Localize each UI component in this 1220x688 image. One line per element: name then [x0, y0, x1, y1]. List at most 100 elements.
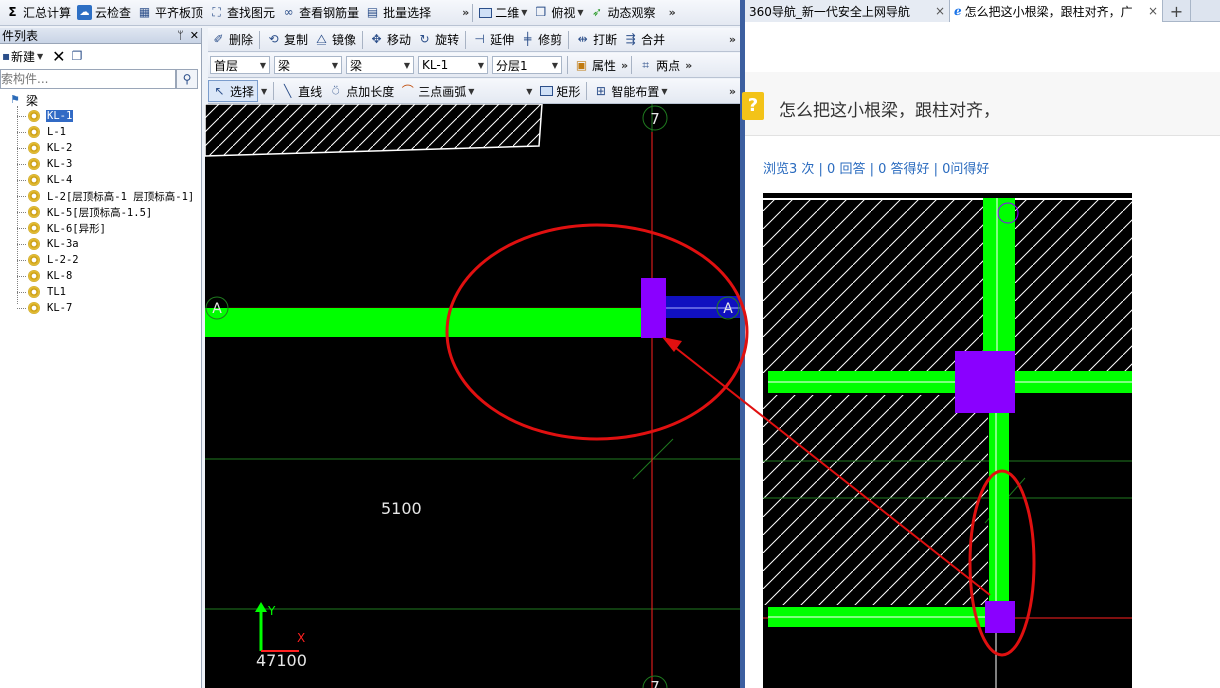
pin-icon[interactable]: ᛘ	[177, 29, 184, 42]
toolbar-overflow-button[interactable]: »	[729, 85, 736, 98]
filter-toolbar: 首层 ▼ 梁 ▼ 梁 ▼ KL-1 ▼ 分层1 ▼ ▣ 属性 » ⌗ 两点 »	[208, 53, 742, 78]
extend-button[interactable]: ⊣ 延伸	[469, 29, 517, 51]
mirror-button[interactable]: ⧋ 镜像	[311, 29, 359, 51]
hatched-area-bottom	[763, 395, 988, 605]
axis-label-7: 7	[650, 110, 660, 128]
search-input[interactable]	[0, 69, 176, 89]
sum-calc-button[interactable]: Σ 汇总计算	[2, 2, 74, 24]
beam-component-icon	[28, 142, 40, 154]
rebar-quantity-button[interactable]: ∞ 查看钢筋量	[278, 2, 362, 24]
tree-item-label: KL-6[异形]	[47, 222, 106, 235]
type-select[interactable]: 梁 ▼	[346, 56, 414, 74]
merge-button[interactable]: ⇶ 合并	[620, 29, 668, 51]
arc-mode-select[interactable]: ▼	[479, 82, 535, 100]
browser-tab-question[interactable]: ℯ 怎么把这小根梁，跟柱对齐，广 ×	[950, 0, 1163, 22]
search-icon[interactable]: ⚲	[176, 69, 198, 89]
tree-item-label: KL-4	[47, 174, 73, 186]
component-select[interactable]: KL-1 ▼	[418, 56, 488, 74]
tree-item[interactable]: KL-7	[0, 300, 201, 316]
question-icon: ?	[742, 92, 764, 120]
floor-select[interactable]: 首层 ▼	[210, 56, 270, 74]
trim-button[interactable]: ╪ 修剪	[517, 29, 565, 51]
beam-kl[interactable]	[205, 308, 643, 337]
chevron-down-icon: ▼	[331, 60, 338, 70]
rotate-button[interactable]: ↻ 旋转	[414, 29, 462, 51]
close-icon[interactable]: ×	[935, 4, 945, 18]
trim-icon: ╪	[523, 32, 532, 46]
browser-tab-bar: 360导航_新一代安全上网导航 × ℯ 怎么把这小根梁，跟柱对齐，广 × +	[745, 0, 1220, 22]
tree-item[interactable]: KL-3	[0, 156, 201, 172]
tree-item[interactable]: KL-1	[0, 108, 201, 124]
tree-root-beam[interactable]: ⚑ 梁	[0, 92, 201, 108]
delete-button[interactable]: ✐ 删除	[208, 29, 256, 51]
rebar-quantity-icon: ∞	[283, 5, 294, 19]
merge-icon: ⇶	[625, 32, 636, 46]
view-angle-dropdown[interactable]: ❒ 俯视 ▼	[530, 2, 586, 24]
tree-item[interactable]: KL-3a	[0, 236, 201, 252]
column[interactable]	[641, 278, 666, 338]
rectangle-button[interactable]: 矩形	[537, 80, 583, 102]
layer-select[interactable]: 分层1 ▼	[492, 56, 562, 74]
beam-category-icon: ⚑	[10, 93, 20, 106]
arc-button[interactable]: ⌒ 三点画弧 ▼	[397, 80, 477, 102]
chevron-down-icon: ▼	[468, 86, 475, 96]
view-cube-icon: ❒	[535, 5, 547, 19]
tree-item[interactable]: KL-5[层顶标高-1.5]	[0, 204, 201, 220]
batch-select-button[interactable]: ▤ 批量选择	[362, 2, 434, 24]
tree-item[interactable]: KL-4	[0, 172, 201, 188]
toolbar-overflow-button[interactable]: »	[685, 59, 692, 72]
dynamic-view-button[interactable]: ➶ 动态观察	[587, 2, 659, 24]
toolbar-overflow-button[interactable]: »	[462, 6, 469, 19]
question-stats[interactable]: 浏览3 次 | 0 回答 | 0 答得好 | 0问得好	[763, 158, 989, 177]
move-button[interactable]: ✥ 移动	[366, 29, 414, 51]
smart-layout-button[interactable]: ⊞ 智能布置 ▼	[590, 80, 670, 102]
tree-item[interactable]: KL-8	[0, 268, 201, 284]
tree-item[interactable]: L-2-2	[0, 252, 201, 268]
find-element-button[interactable]: ⛶ 查找图元	[206, 2, 278, 24]
delete-icon[interactable]: ✕	[52, 47, 65, 66]
beam-component-icon	[28, 238, 40, 250]
close-icon[interactable]: ×	[1148, 4, 1158, 18]
tree-item-label: TL1	[47, 286, 66, 298]
cloud-check-button[interactable]: ☁ 云检查	[74, 2, 134, 24]
drawing-canvas[interactable]: 7 7 A A Y X 5100 47100	[205, 104, 740, 688]
toolbar-overflow-button[interactable]: »	[729, 33, 736, 46]
tree-item[interactable]: TL1	[0, 284, 201, 300]
search-row: ⚲	[0, 68, 201, 90]
properties-icon: ▣	[575, 57, 588, 72]
smart-layout-icon: ⊞	[595, 83, 606, 98]
break-button[interactable]: ⇹ 打断	[572, 29, 620, 51]
tree-item[interactable]: KL-6[异形]	[0, 220, 201, 236]
toolbar-overflow-button[interactable]: »	[669, 6, 676, 19]
tree-item-label: KL-3	[47, 158, 73, 170]
close-icon[interactable]: ✕	[190, 29, 199, 42]
properties-button[interactable]: ▣ 属性	[571, 54, 619, 76]
cursor-icon: ↖	[214, 83, 225, 98]
new-tab-button[interactable]: +	[1163, 0, 1191, 22]
chevron-down-icon: ▼	[551, 60, 558, 70]
category-select[interactable]: 梁 ▼	[274, 56, 342, 74]
copy-icon[interactable]: ❐	[72, 49, 83, 63]
new-component-button[interactable]: ▪ 新建 ▼	[2, 45, 46, 67]
mirror-icon: ⧋	[316, 32, 327, 46]
question-attachment-image[interactable]	[763, 193, 1132, 688]
browser-tab-360[interactable]: 360导航_新一代安全上网导航 ×	[745, 0, 950, 22]
tree-item[interactable]: L-1	[0, 124, 201, 140]
toolbar-overflow-button[interactable]: »	[621, 59, 628, 72]
align-slab-icon: ▦	[138, 5, 151, 19]
two-point-button[interactable]: ⌗ 两点	[635, 54, 683, 76]
tree-item[interactable]: KL-2	[0, 140, 201, 156]
line-button[interactable]: ╲ 直线	[277, 80, 325, 102]
chevron-down-icon[interactable]: ▼	[261, 87, 267, 96]
view-mode-dropdown[interactable]: 二维 ▼	[476, 2, 530, 24]
rectangle-icon	[540, 86, 554, 96]
align-slab-button[interactable]: ▦ 平齐板顶	[134, 2, 206, 24]
copy-button[interactable]: ⟲ 复制	[263, 29, 311, 51]
select-button[interactable]: ↖ 选择	[208, 80, 259, 102]
point-length-button[interactable]: ⍥ 点加长度	[325, 80, 397, 102]
hatched-area-top	[763, 198, 1132, 376]
beam-component-icon	[28, 174, 40, 186]
view-2d-icon	[479, 7, 493, 18]
tree-item[interactable]: L-2[层顶标高-1 层顶标高-1]	[0, 188, 201, 204]
main-toolbar: Σ 汇总计算 ☁ 云检查 ▦ 平齐板顶 ⛶ 查找图元 ∞ 查看钢筋量 ▤ 批量选…	[0, 0, 742, 26]
